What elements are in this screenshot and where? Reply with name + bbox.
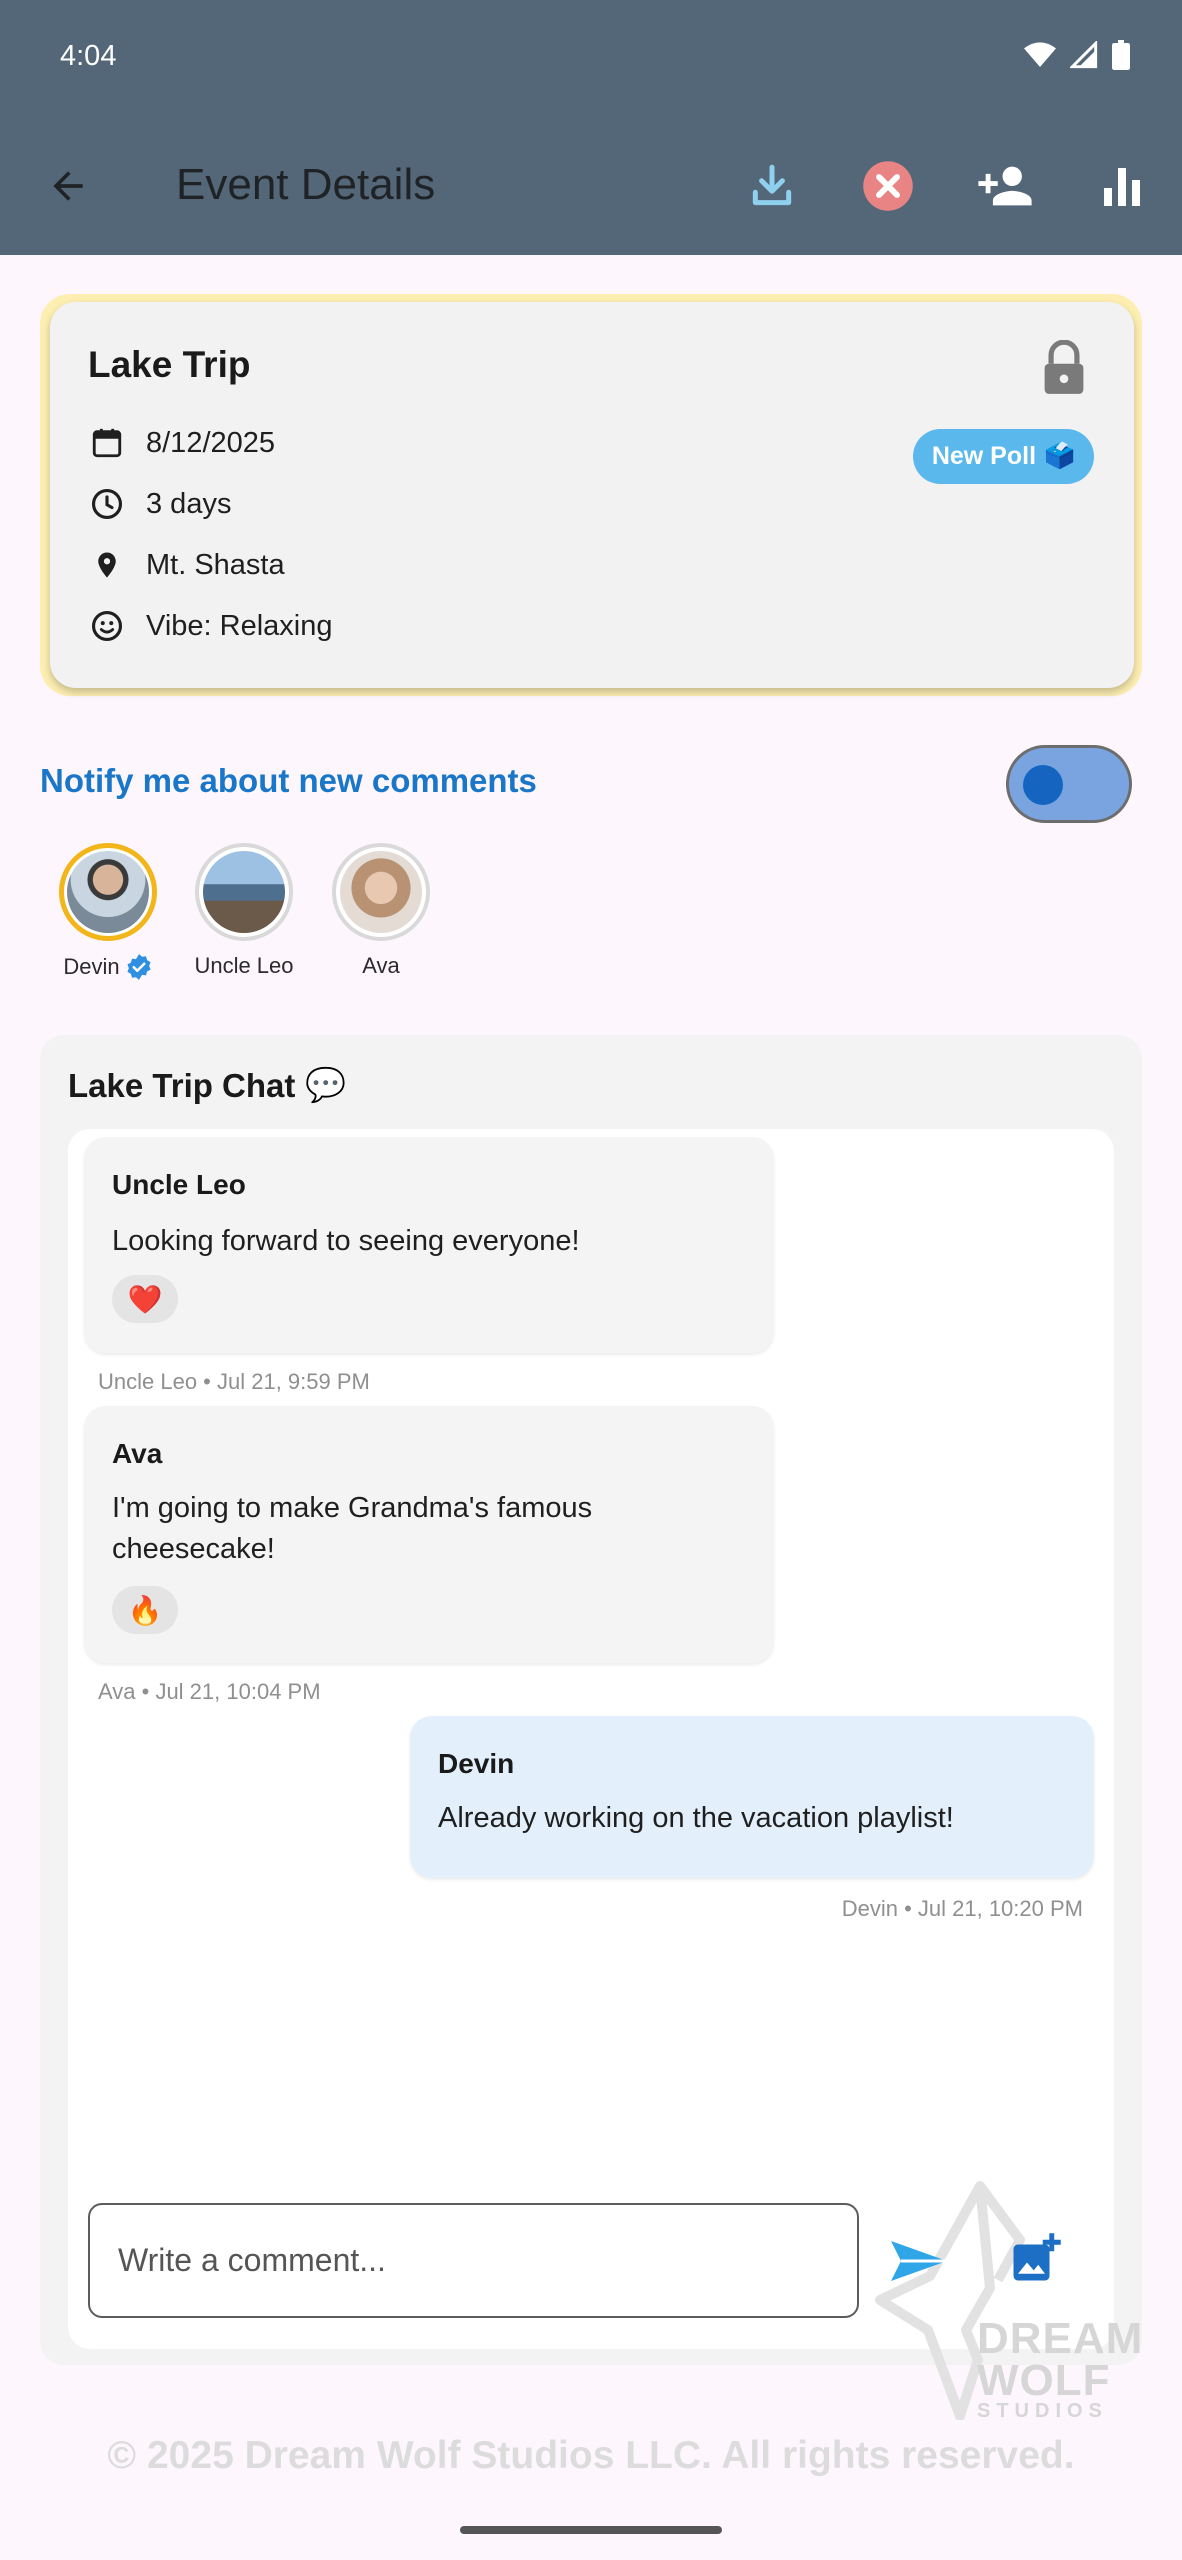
cancel-event-button[interactable]	[852, 150, 924, 222]
participant-uncle-leo[interactable]: Uncle Leo	[184, 843, 304, 979]
avatar	[195, 843, 293, 941]
location-pin-icon	[88, 546, 126, 584]
reaction-heart[interactable]: ❤️	[112, 1275, 178, 1323]
send-icon	[891, 2241, 947, 2281]
status-time: 4:04	[60, 40, 117, 72]
toggle-knob	[1023, 765, 1063, 805]
message-author: Devin	[438, 1748, 515, 1779]
message-bubble[interactable]: Uncle Leo Looking forward to seeing ever…	[84, 1137, 774, 1353]
add-person-button[interactable]	[969, 150, 1041, 222]
chat-title-text: Lake Trip Chat	[68, 1066, 296, 1104]
speech-bubble-icon: 💬	[305, 1066, 347, 1103]
download-button[interactable]	[736, 150, 808, 222]
reaction-fire[interactable]: 🔥	[112, 1586, 178, 1634]
page-title: Event Details	[176, 160, 436, 209]
participant-name: Uncle Leo	[194, 953, 294, 978]
battery-icon	[1112, 40, 1130, 70]
clock-icon	[88, 485, 126, 523]
new-poll-button[interactable]: New Poll 🗳️	[913, 429, 1094, 484]
add-image-button[interactable]	[1004, 2226, 1068, 2290]
signal-icon	[1070, 41, 1098, 69]
verified-icon	[127, 954, 151, 980]
lock-icon	[1038, 339, 1090, 401]
event-date-row: 8/12/2025	[88, 424, 275, 462]
event-date: 8/12/2025	[146, 426, 276, 459]
add-photo-icon	[1013, 2233, 1061, 2281]
message-author: Ava	[112, 1438, 163, 1469]
back-button[interactable]	[32, 150, 104, 222]
cancel-icon	[863, 161, 913, 211]
arrow-back-icon	[53, 171, 83, 201]
event-title: Lake Trip	[88, 344, 251, 385]
participant-name: Devin	[63, 954, 120, 979]
notify-label: Notify me about new comments	[40, 762, 537, 799]
notify-toggle[interactable]	[1006, 745, 1132, 823]
person-add-icon	[978, 166, 1032, 206]
status-icons	[1024, 40, 1130, 70]
stats-button[interactable]	[1086, 150, 1158, 222]
watermark-text: DREAM WOLF	[977, 2314, 1144, 2405]
bar-chart-icon	[1104, 168, 1140, 206]
message-text: Already working on the vacation playlist…	[438, 1802, 954, 1834]
participant-name: Ava	[362, 953, 400, 978]
download-icon	[752, 164, 792, 206]
avatar	[332, 843, 430, 941]
event-vibe: Vibe: Relaxing	[146, 609, 333, 642]
chat-title: Lake Trip Chat 💬	[68, 1066, 346, 1105]
smiley-icon	[88, 607, 126, 645]
send-button[interactable]	[884, 2228, 954, 2294]
event-duration-row: 3 days	[88, 485, 231, 523]
message-text: I'm going to make Grandma's famous chees…	[112, 1492, 593, 1565]
new-poll-label: New Poll	[931, 442, 1037, 470]
message-bubble-own[interactable]: Devin Already working on the vacation pl…	[410, 1716, 1094, 1878]
message-text: Looking forward to seeing everyone!	[112, 1225, 580, 1257]
event-location: Mt. Shasta	[146, 548, 285, 581]
message-meta: Ava • Jul 21, 10:04 PM	[98, 1679, 321, 1704]
participant-devin[interactable]: Devin	[48, 843, 168, 981]
message-meta: Devin • Jul 21, 10:20 PM	[841, 1896, 1083, 1921]
avatar	[59, 843, 157, 941]
wifi-icon	[1024, 42, 1056, 67]
watermark-subtext: STUDIOS	[977, 2400, 1108, 2422]
participant-ava[interactable]: Ava	[321, 843, 441, 979]
ballot-box-icon: 🗳️	[1044, 442, 1076, 470]
comment-input[interactable]	[88, 2203, 859, 2318]
message-author: Uncle Leo	[112, 1169, 246, 1200]
message-bubble[interactable]: Ava I'm going to make Grandma's famous c…	[84, 1406, 774, 1663]
copyright-footer: © 2025 Dream Wolf Studios LLC. All right…	[107, 2434, 1075, 2477]
event-location-row: Mt. Shasta	[88, 546, 285, 584]
calendar-icon	[88, 424, 126, 462]
message-meta: Uncle Leo • Jul 21, 9:59 PM	[98, 1369, 370, 1394]
event-duration: 3 days	[146, 487, 232, 520]
event-vibe-row: Vibe: Relaxing	[88, 607, 332, 645]
home-indicator[interactable]	[460, 2526, 722, 2534]
